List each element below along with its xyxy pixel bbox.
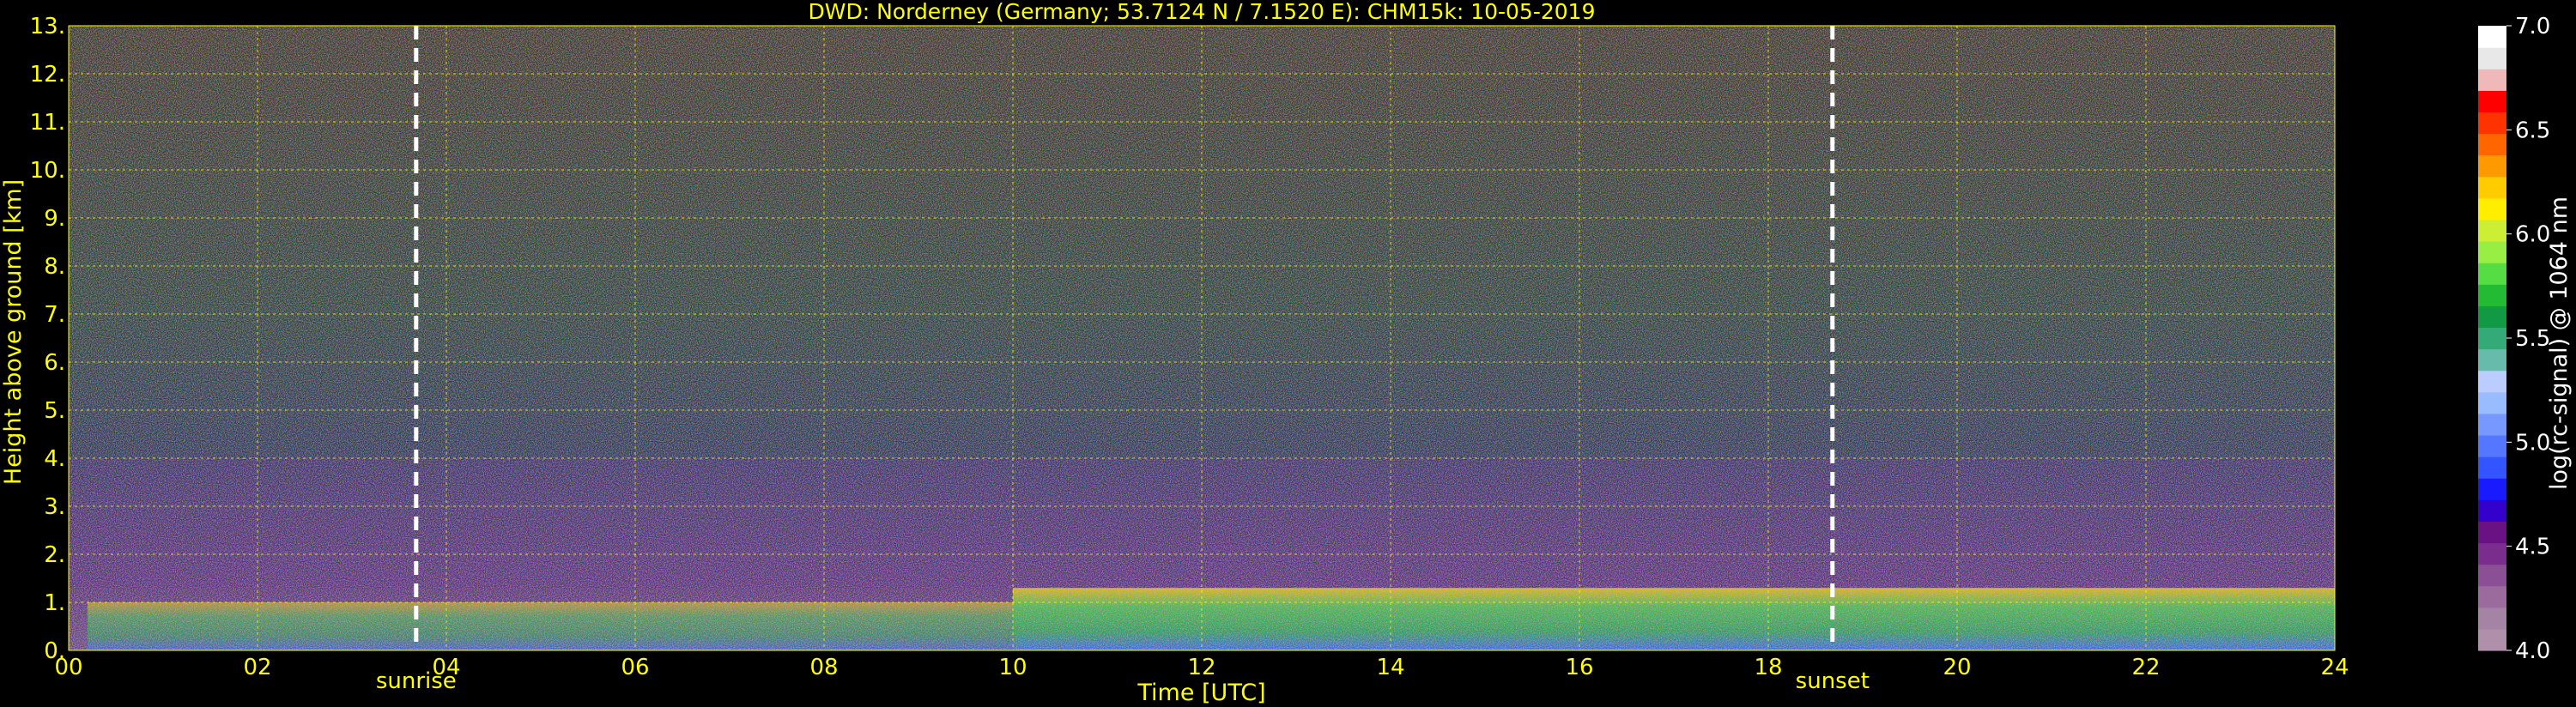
x-tick-label: 02 — [243, 655, 271, 680]
colorbar-segment — [2478, 413, 2506, 436]
colorbar-segment — [2478, 499, 2506, 522]
ceilometer-chart: sunrise sunset DWD: Norderney (Germany; 5… — [0, 0, 2573, 706]
x-tick-label: 22 — [2131, 655, 2160, 680]
y-tick-label: 11. — [30, 110, 65, 136]
colorbar-tick-label: 6.5 — [2515, 118, 2550, 143]
colorbar-segment — [2478, 219, 2506, 242]
marker-label-sunset: sunset — [1796, 668, 1870, 694]
y-tick-label: 8. — [44, 254, 65, 280]
colorbar-segment — [2478, 263, 2506, 285]
y-tick-label: 0. — [44, 638, 65, 664]
colorbar-segment — [2478, 305, 2506, 329]
colorbar-segment — [2478, 564, 2506, 587]
y-tick-label: 2. — [44, 542, 65, 568]
y-tick-label: 1. — [44, 590, 65, 616]
colorbar-segment — [2478, 542, 2506, 565]
colorbar-segment — [2478, 197, 2506, 221]
colorbar-segment — [2478, 327, 2506, 350]
colorbar-segment — [2478, 133, 2506, 156]
x-tick-label: 20 — [1943, 655, 1971, 680]
colorbar-tick-labels: 4.04.55.05.56.06.57.0 — [2506, 14, 2550, 664]
y-axis-label: Height above ground [km] — [0, 179, 27, 485]
y-tick-label: 3. — [44, 494, 65, 520]
colorbar-segment — [2478, 112, 2506, 135]
plot-area: sunrise sunset — [68, 25, 2336, 694]
colorbar-segment — [2478, 284, 2506, 306]
colorbar-tick-label: 4.5 — [2515, 535, 2550, 560]
colorbar-segment — [2478, 90, 2506, 113]
colorbar-segment — [2478, 154, 2506, 178]
colorbar — [2478, 26, 2506, 651]
x-tick-label: 14 — [1376, 655, 1404, 680]
y-tick-label: 6. — [44, 350, 65, 376]
colorbar-segment — [2478, 478, 2506, 500]
x-tick-label: 24 — [2320, 655, 2349, 680]
x-tick-label: 08 — [809, 655, 838, 680]
x-axis-label: Time [UTC] — [1136, 680, 1265, 706]
colorbar-segment — [2478, 628, 2506, 651]
y-tick-label: 12. — [30, 62, 65, 88]
x-tick-label: 16 — [1565, 655, 1593, 680]
colorbar-segment — [2478, 370, 2506, 393]
x-tick-label: 04 — [432, 655, 460, 680]
x-tick-label: 12 — [1187, 655, 1215, 680]
colorbar-segment — [2478, 47, 2506, 69]
y-tick-label: 4. — [44, 446, 65, 472]
colorbar-tick-label: 7.0 — [2515, 14, 2550, 39]
y-tick-label: 10. — [30, 158, 65, 184]
colorbar-segment — [2478, 607, 2506, 630]
colorbar-segment — [2478, 456, 2506, 479]
colorbar-label: log(rc-signal) @ 1064 nm — [2546, 196, 2573, 490]
y-tick-label: 5. — [44, 398, 65, 424]
colorbar-segment — [2478, 176, 2506, 199]
colorbar-segment — [2478, 434, 2506, 457]
y-tick-label: 9. — [44, 206, 65, 232]
colorbar-segment — [2478, 348, 2506, 372]
colorbar-segment — [2478, 521, 2506, 544]
colorbar-segment — [2478, 585, 2506, 608]
y-tick-label: 13. — [30, 14, 65, 39]
x-tick-label: 10 — [998, 655, 1027, 680]
y-tick-label: 7. — [44, 302, 65, 328]
colorbar-segment — [2478, 241, 2506, 263]
colorbar-segment — [2478, 69, 2506, 91]
x-tick-label: 18 — [1754, 655, 1782, 680]
colorbar-tick-label: 4.0 — [2515, 638, 2550, 664]
x-tick-label: 06 — [621, 655, 649, 680]
colorbar-segment — [2478, 26, 2506, 48]
colorbar-segment — [2478, 391, 2506, 414]
chart-title: DWD: Norderney (Germany; 53.7124 N / 7.1… — [809, 0, 1596, 24]
y-tick-labels: 0. 1. 2. 3. 4. 5. 6. 7. 8. 9. 10. 11. 12. 13. — [30, 14, 65, 664]
